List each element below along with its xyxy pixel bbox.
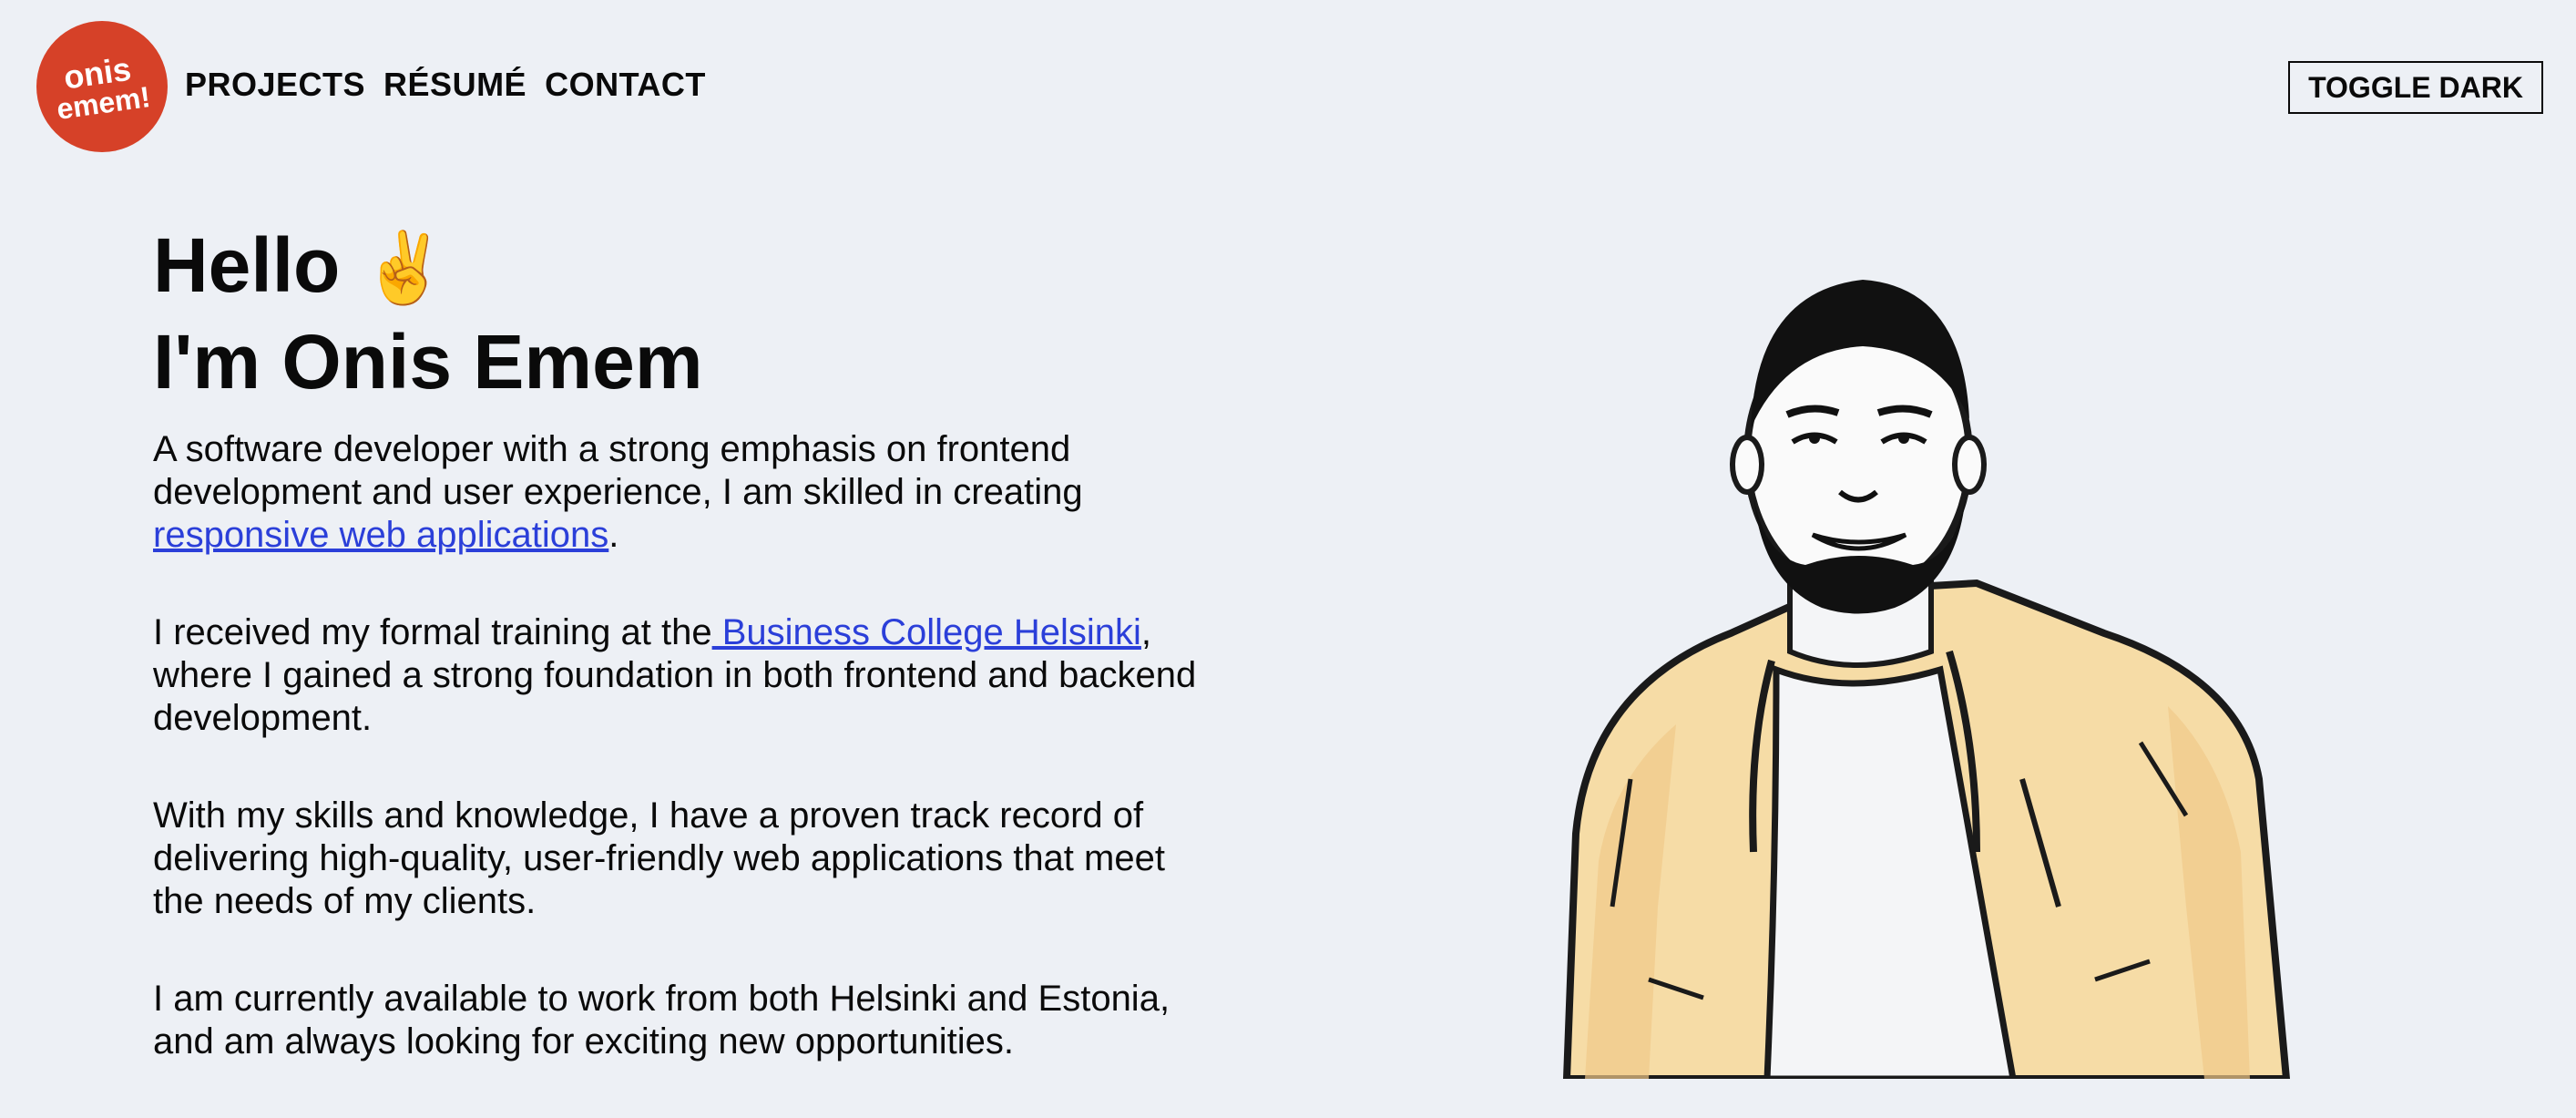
intro-section: Hello ✌️ I'm Onis Emem A software develo… xyxy=(153,219,1210,1118)
nav-resume-link[interactable]: RÉSUMÉ xyxy=(383,66,526,104)
intro-paragraph-4: I am currently available to work from bo… xyxy=(153,979,1170,1062)
logo-mark-icon: onis emem! xyxy=(55,50,152,126)
greeting-text: Hello xyxy=(153,222,341,308)
page-title: Hello ✌️ I'm Onis Emem xyxy=(153,219,1210,408)
responsive-web-apps-link[interactable]: responsive web applications xyxy=(153,515,608,555)
logo[interactable]: onis emem! xyxy=(36,21,168,152)
nav-contact-link[interactable]: CONTACT xyxy=(545,66,706,104)
pupil-right xyxy=(1898,433,1909,444)
portrait-illustration xyxy=(1562,280,2291,1079)
intro-paragraph-2: I received my formal training at the Bus… xyxy=(153,612,1197,738)
name-heading: I'm Onis Emem xyxy=(153,319,703,405)
business-college-link[interactable]: Business College Helsinki xyxy=(712,612,1141,652)
victory-hand-icon: ✌️ xyxy=(361,230,448,307)
intro-paragraph-3: With my skills and knowledge, I have a p… xyxy=(153,795,1165,921)
ear-left xyxy=(1730,435,1764,495)
ear-right xyxy=(1952,435,1987,495)
nav-projects-link[interactable]: PROJECTS xyxy=(185,66,365,104)
toggle-dark-button[interactable]: TOGGLE DARK xyxy=(2288,61,2543,114)
intro-paragraph-1: A software developer with a strong empha… xyxy=(153,429,1083,555)
main-nav: PROJECTS RÉSUMÉ CONTACT xyxy=(185,66,706,104)
pupil-left xyxy=(1809,433,1820,444)
